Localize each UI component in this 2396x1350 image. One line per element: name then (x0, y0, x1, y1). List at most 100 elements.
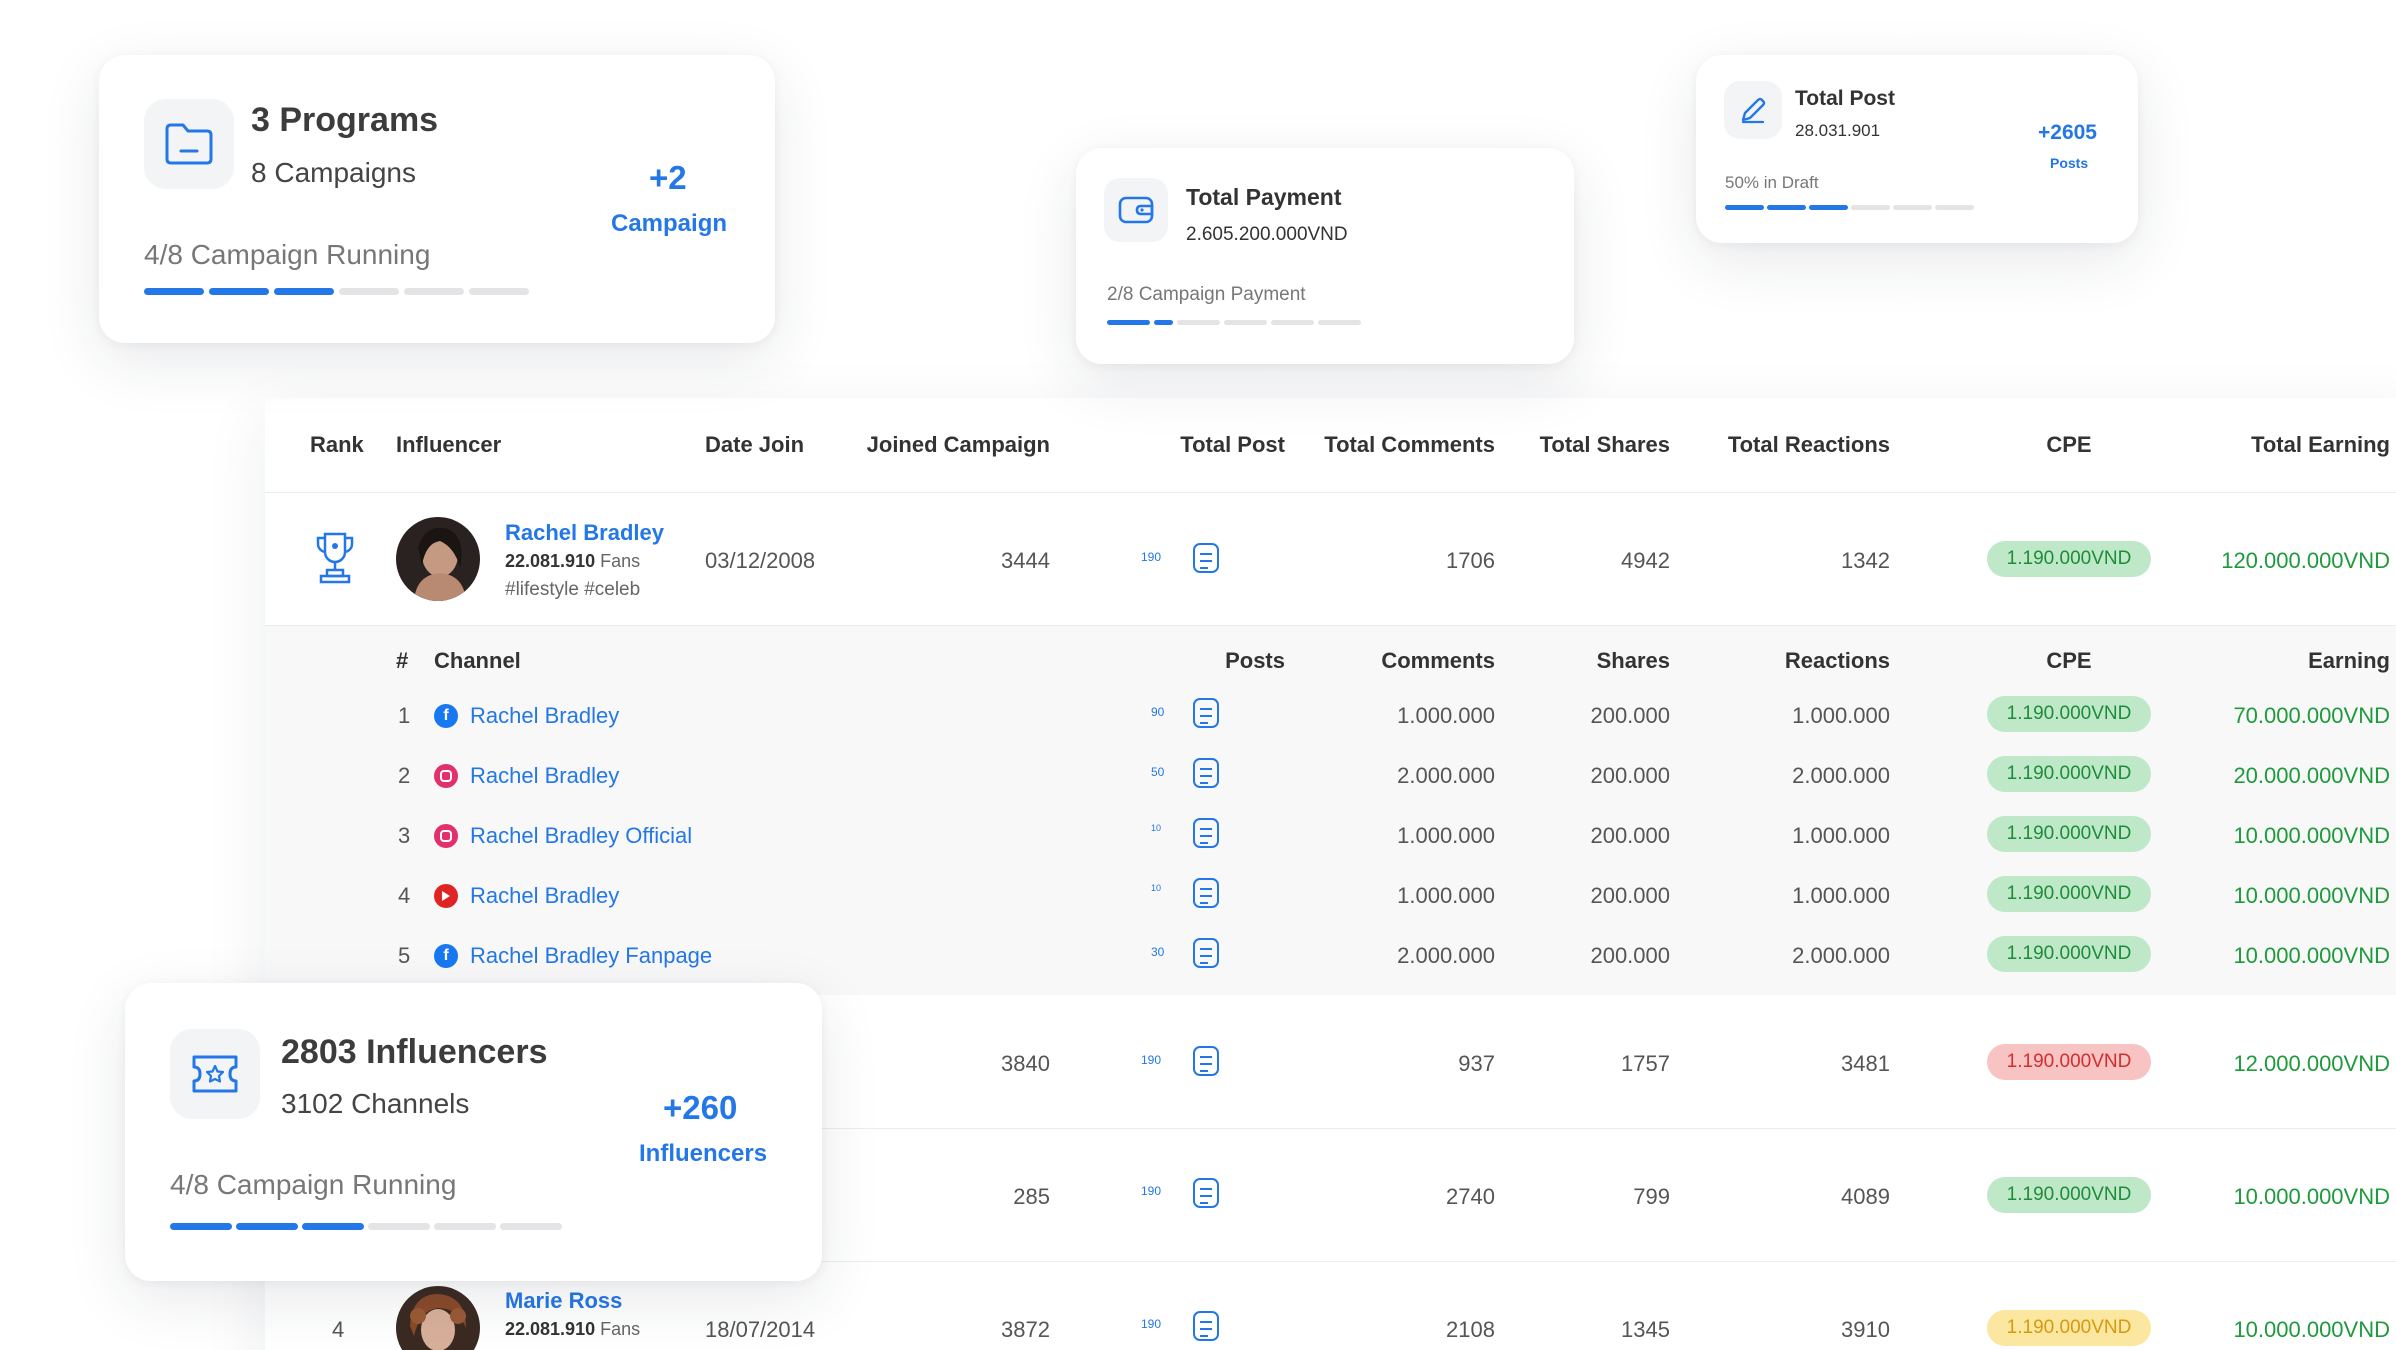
channel-index: 2 (398, 763, 411, 788)
document-icon[interactable] (1193, 1178, 1219, 1208)
header-cpe[interactable]: CPE (1987, 432, 2151, 458)
document-icon[interactable] (1193, 543, 1219, 573)
cpe-badge: 1.190.000VND (1987, 696, 2151, 732)
header-rank[interactable]: Rank (310, 432, 364, 458)
influencer-tags: #lifestyle #celeb (505, 579, 641, 600)
cpe-badge: 1.190.000VND (1987, 876, 2151, 912)
channel-earning: 10.000.000VND (2233, 823, 2390, 848)
header-date-join[interactable]: Date Join (705, 432, 804, 458)
total-post-title: Total Post (1795, 87, 1895, 110)
header-joined-campaign[interactable]: Joined Campaign (850, 432, 1050, 458)
header-total-reactions[interactable]: Total Reactions (1685, 432, 1890, 458)
cpe-badge: 1.190.000VND (1987, 816, 2151, 852)
header-total-earning[interactable]: Total Earning (2165, 432, 2390, 458)
total-post-card[interactable]: Total Post 28.031.901 +2605 Posts 50% in… (1696, 55, 2138, 243)
channel-shares: 200.000 (1590, 943, 1670, 968)
subheader-earning: Earning (2308, 648, 2390, 673)
channels-count: 3102 Channels (281, 1088, 470, 1119)
channel-name-link[interactable]: Rachel Bradley (470, 763, 619, 789)
influencer-delta-label: Influencers (639, 1140, 768, 1167)
channel-shares: 200.000 (1590, 883, 1670, 908)
wallet-icon (1104, 178, 1168, 242)
influencer-name-link[interactable]: Rachel Bradley (505, 520, 664, 546)
subheader-reactions: Reactions (1784, 648, 1890, 673)
progress-bar (144, 288, 529, 295)
instagram-icon (434, 824, 458, 848)
fans-count: 22.081.910 Fans (505, 551, 641, 571)
payment-card[interactable]: Total Payment 2.605.200.000VND 2/8 Campa… (1076, 148, 1574, 364)
channel-index: 4 (398, 883, 411, 908)
header-total-shares[interactable]: Total Shares (1505, 432, 1670, 458)
campaigns-count: 8 Campaigns (251, 157, 416, 188)
total-reactions: 1342 (1841, 548, 1890, 573)
post-delta: +2605 (2038, 121, 2097, 144)
channel-index: 1 (398, 703, 411, 728)
avatar (396, 517, 480, 601)
total-comments: 2108 (1446, 1317, 1495, 1342)
document-icon[interactable] (1193, 938, 1219, 968)
document-icon[interactable] (1193, 758, 1219, 788)
star-ticket-icon (170, 1029, 260, 1119)
channel-name-link[interactable]: Rachel Bradley Official (470, 823, 692, 849)
subheader-cpe: CPE (2046, 648, 2092, 673)
total-shares: 4942 (1621, 548, 1670, 573)
header-total-post[interactable]: Total Post (1125, 432, 1285, 458)
influencer-name-link[interactable]: Marie Ross (505, 1288, 622, 1314)
document-icon[interactable] (1193, 1046, 1219, 1076)
document-icon[interactable] (1193, 698, 1219, 728)
header-influencer[interactable]: Influencer (396, 432, 501, 458)
influencers-card[interactable]: 2803 Influencers 3102 Channels +260 Infl… (125, 983, 822, 1281)
post-count: 190 (1141, 1184, 1162, 1198)
avatar (396, 1286, 480, 1350)
channel-post-count: 10 (1151, 883, 1162, 893)
facebook-icon: f (434, 944, 458, 968)
document-icon[interactable] (1193, 818, 1219, 848)
post-count: 190 (1141, 1053, 1162, 1067)
channel-index: 3 (398, 823, 411, 848)
channel-name-link[interactable]: Rachel Bradley (470, 883, 619, 909)
subheader-shares: Shares (1596, 648, 1670, 673)
post-delta-label: Posts (2050, 155, 2089, 171)
total-reactions: 3910 (1841, 1317, 1890, 1342)
date-join: 18/07/2014 (705, 1317, 816, 1342)
channel-reactions: 2.000.000 (1792, 943, 1890, 968)
campaign-delta: +2 (649, 159, 687, 196)
influencer-delta: +260 (663, 1089, 738, 1126)
channel-earning: 10.000.000VND (2233, 883, 2390, 908)
channel-name-link[interactable]: Rachel Bradley Fanpage (470, 943, 712, 969)
joined-campaign: 3872 (1001, 1317, 1050, 1342)
influencer-progress-label: 4/8 Campaign Running (170, 1169, 457, 1200)
total-shares: 1345 (1621, 1317, 1670, 1342)
cpe-badge: 1.190.000VND (1987, 756, 2151, 792)
channel-comments: 1.000.000 (1397, 823, 1495, 848)
channel-name-link[interactable]: Rachel Bradley (470, 703, 619, 729)
cpe-badge: 1.190.000VND (1987, 936, 2151, 972)
channel-post-count: 30 (1151, 945, 1165, 959)
channel-shares: 200.000 (1590, 763, 1670, 788)
document-icon[interactable] (1193, 878, 1219, 908)
cpe-badge: 1.190.000VND (1987, 1044, 2151, 1080)
payment-progress-bar (1107, 320, 1361, 325)
youtube-icon (434, 884, 458, 908)
total-shares: 1757 (1621, 1051, 1670, 1076)
programs-card[interactable]: 3 Programs 8 Campaigns +2 Campaign 4/8 C… (99, 55, 775, 343)
header-total-comments[interactable]: Total Comments (1295, 432, 1495, 458)
document-icon[interactable] (1193, 1311, 1219, 1341)
joined-campaign: 3444 (1001, 548, 1050, 573)
total-earning: 10.000.000VND (2233, 1317, 2390, 1342)
joined-campaign: 285 (1013, 1184, 1050, 1209)
total-earning: 120.000.000VND (2221, 548, 2390, 573)
cpe-badge: 1.190.000VND (1987, 1310, 2151, 1346)
channel-shares: 200.000 (1590, 703, 1670, 728)
trophy-icon (316, 532, 354, 584)
channel-comments: 1.000.000 (1397, 703, 1495, 728)
channel-earning: 70.000.000VND (2233, 703, 2390, 728)
progress-label: 4/8 Campaign Running (144, 239, 431, 270)
cpe-badge: 1.190.000VND (1987, 1177, 2151, 1213)
channel-reactions: 1.000.000 (1792, 703, 1890, 728)
total-comments: 937 (1458, 1051, 1495, 1076)
channel-earning: 10.000.000VND (2233, 943, 2390, 968)
channel-reactions: 2.000.000 (1792, 763, 1890, 788)
influencers-title: 2803 Influencers (281, 1033, 548, 1071)
channel-post-count: 90 (1151, 705, 1165, 719)
